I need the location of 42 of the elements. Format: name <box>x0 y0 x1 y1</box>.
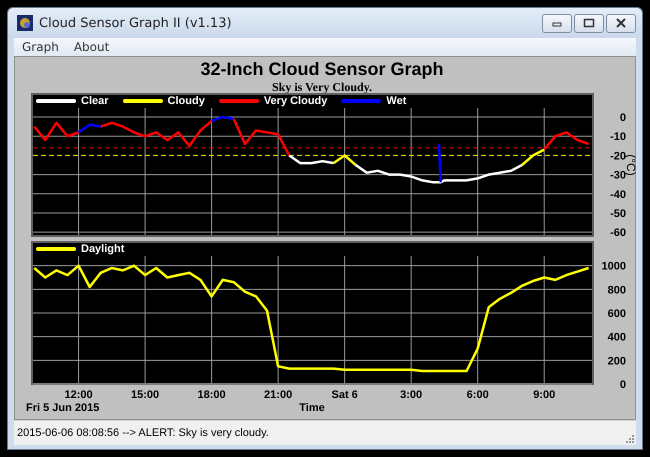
tick-label: -40 <box>610 188 626 201</box>
tick-label: 9:00 <box>533 389 556 401</box>
tick-label: -50 <box>610 208 626 220</box>
maximize-button[interactable] <box>574 14 604 32</box>
axis-label: (°C) <box>624 154 638 176</box>
close-button[interactable] <box>606 14 636 32</box>
tick-label: 200 <box>608 355 626 368</box>
resize-grip-icon <box>624 433 634 443</box>
tick-label: 6:00 <box>466 389 489 401</box>
legend-label: Cloudy <box>168 95 205 107</box>
minimize-button[interactable] <box>542 14 572 32</box>
tick-label: 1000 <box>602 260 626 273</box>
legend-label: Clear <box>81 95 109 107</box>
tick-label: 400 <box>608 332 626 344</box>
axis-label: Time <box>299 402 325 414</box>
tick-label: 3:00 <box>400 389 422 401</box>
tick-label: 18:00 <box>198 389 226 401</box>
window-title: Cloud Sensor Graph II (v1.13) <box>39 16 232 30</box>
menu-item[interactable]: Graph <box>22 40 59 54</box>
menu-item[interactable]: About <box>74 40 110 54</box>
tick-label: 600 <box>608 308 626 320</box>
close-icon <box>615 18 627 28</box>
legend-label: Daylight <box>81 243 124 255</box>
tick-label: -60 <box>610 227 626 240</box>
maximize-icon <box>583 18 595 28</box>
app-icon <box>17 15 33 31</box>
legend-label: Very Cloudy <box>264 95 328 107</box>
tick-label: Sat 6 <box>332 389 358 401</box>
status-text: 2015-06-06 08:08:56 --> ALERT: Sky is very cloudy. <box>17 427 269 439</box>
tick-label: 0 <box>620 112 626 124</box>
tick-label: -30 <box>610 170 626 182</box>
sky-status: Sky is Very Cloudy. <box>270 80 374 94</box>
tick-label: 0 <box>620 379 626 391</box>
graph-title: 32-Inch Cloud Sensor Graph <box>199 59 445 80</box>
tick-label: 800 <box>608 284 626 296</box>
tick-label: 21:00 <box>264 389 292 401</box>
date-label: Fri 5 Jun 2015 <box>26 402 100 414</box>
tick-label: 15:00 <box>131 389 160 401</box>
tick-label: -20 <box>610 150 626 162</box>
tick-label: 12:00 <box>64 389 93 401</box>
legend-label: Wet <box>386 95 406 107</box>
tick-label: -10 <box>610 131 626 144</box>
